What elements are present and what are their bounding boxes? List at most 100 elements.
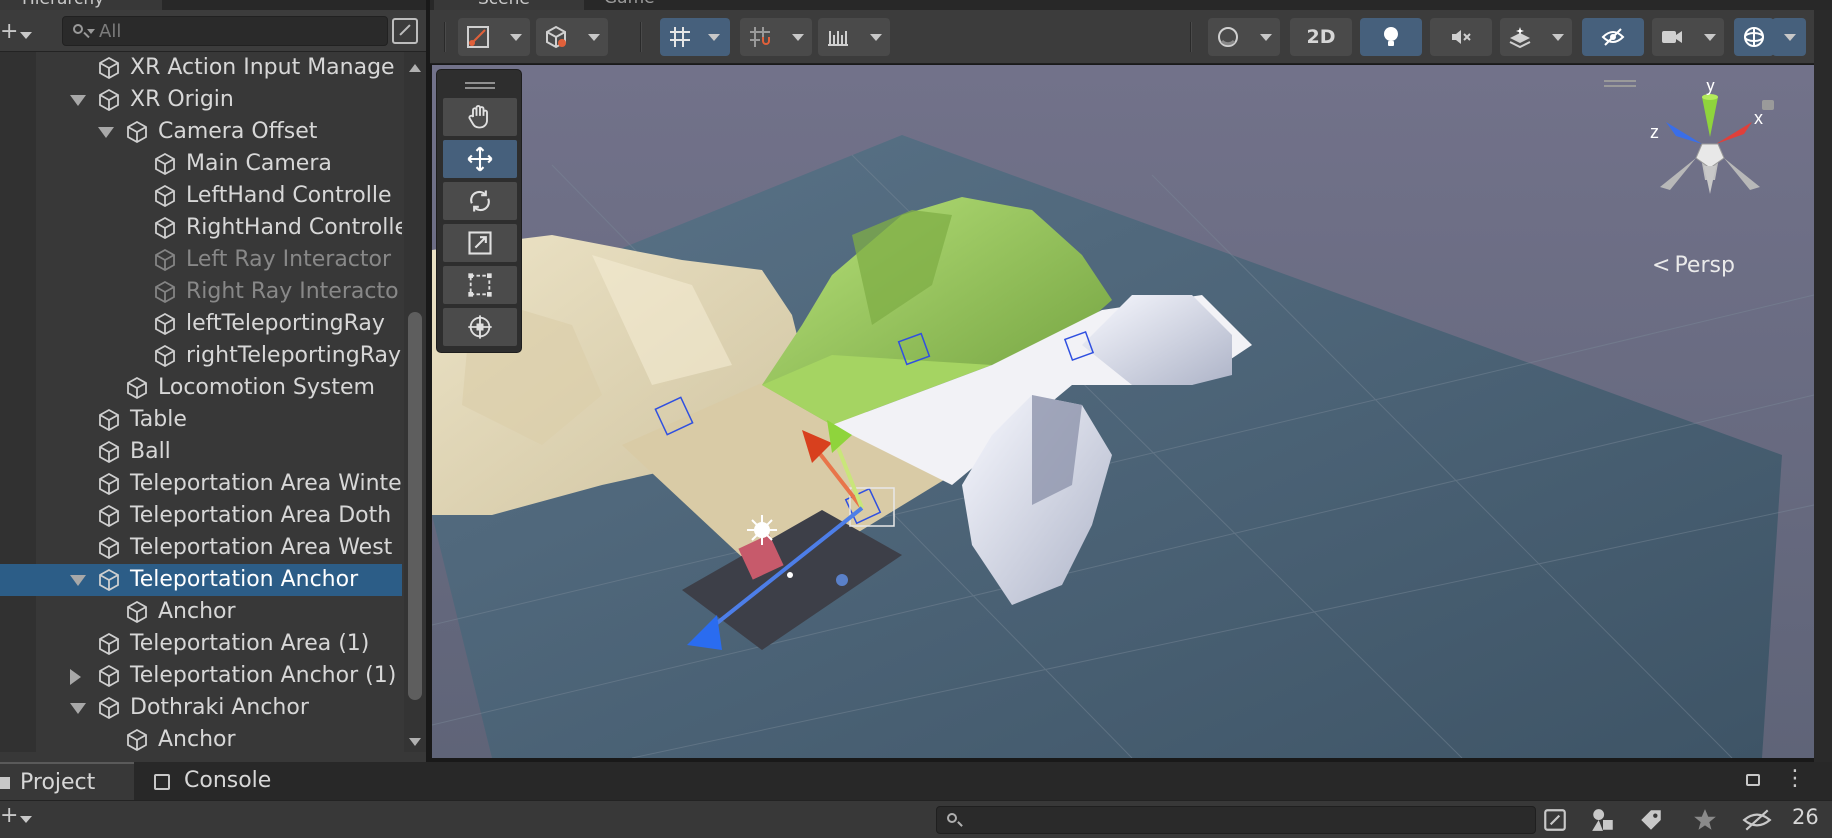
hierarchy-item[interactable]: Dothraki Anchor: [0, 692, 402, 724]
shaded-draw-icon: [467, 26, 489, 48]
hierarchy-item[interactable]: Ball: [0, 436, 402, 468]
hierarchy-item[interactable]: XR Action Input Manage: [0, 52, 402, 84]
hierarchy-panel: Hierarchy + All XR Action Input ManageXR…: [0, 0, 426, 762]
tab-project[interactable]: Project: [0, 762, 134, 800]
grid-snap-icon: [670, 27, 690, 47]
hierarchy-item[interactable]: Locomotion System: [0, 372, 402, 404]
hierarchy-item[interactable]: XR Origin: [0, 84, 402, 116]
scrollbar-thumb[interactable]: [408, 312, 422, 700]
expanded-arrow-icon[interactable]: [70, 575, 86, 586]
toggle-lighting-button[interactable]: [1360, 18, 1422, 56]
scale-tool-button[interactable]: [443, 224, 517, 262]
hierarchy-item[interactable]: Teleportation Area West: [0, 532, 402, 564]
hand-tool-button[interactable]: [443, 98, 517, 136]
hierarchy-gutter: [0, 116, 36, 148]
gameobject-cube-icon: [98, 504, 120, 528]
expanded-arrow-icon[interactable]: [70, 95, 86, 106]
orientation-gizmo[interactable]: y x z: [1640, 82, 1780, 222]
rect-tool-button[interactable]: [443, 266, 517, 304]
hierarchy-item[interactable]: RightHand Controlle: [0, 212, 402, 244]
hierarchy-item-label: leftTeleportingRay: [186, 311, 385, 336]
camera-settings-button[interactable]: [1652, 18, 1724, 56]
hierarchy-item-label: Teleportation Anchor: [130, 567, 359, 592]
palette-grip[interactable]: [465, 82, 495, 84]
create-dropdown-icon[interactable]: [20, 816, 32, 823]
hierarchy-search-placeholder: All: [99, 21, 122, 42]
hierarchy-item[interactable]: leftTeleportingRay: [0, 308, 402, 340]
hierarchy-item[interactable]: Teleportation Area Doth: [0, 500, 402, 532]
transform-tool-button[interactable]: [443, 308, 517, 346]
rotate-tool-button[interactable]: [443, 182, 517, 220]
hierarchy-item[interactable]: Main Camera: [0, 148, 402, 180]
hierarchy-gutter: [0, 692, 36, 724]
more-menu-icon[interactable]: ⋮: [1784, 768, 1806, 790]
tab-hierarchy[interactable]: Hierarchy: [0, 0, 162, 10]
toggle-2d-button[interactable]: 2D: [1290, 18, 1352, 56]
chevron-down-icon: [588, 34, 600, 41]
hierarchy-item[interactable]: Anchor: [0, 724, 402, 752]
gameobject-cube-icon: [126, 120, 148, 144]
hierarchy-item[interactable]: Table: [0, 404, 402, 436]
tab-scene[interactable]: Scene: [434, 0, 584, 10]
draw-mode-button[interactable]: [458, 18, 530, 56]
hierarchy-scrollbar[interactable]: [404, 52, 426, 752]
hierarchy-item[interactable]: Teleportation Area (1): [0, 628, 402, 660]
scene-toolbar: 2D: [430, 10, 1832, 64]
add-object-button[interactable]: +: [0, 21, 18, 43]
chevron-down-icon: [1704, 34, 1716, 41]
hierarchy-item[interactable]: Teleportation Anchor (1): [0, 660, 402, 692]
search-filter-dropdown-icon[interactable]: [87, 29, 95, 34]
hierarchy-item[interactable]: Camera Offset: [0, 116, 402, 148]
hierarchy-item-label: Teleportation Area West: [130, 535, 393, 560]
collapsed-arrow-icon[interactable]: [70, 669, 81, 685]
hierarchy-item[interactable]: Teleportation Anchor: [0, 564, 402, 596]
audio-mute-icon: [1452, 30, 1471, 44]
hierarchy-item[interactable]: Left Ray Interactor: [0, 244, 402, 276]
add-dropdown-icon[interactable]: [20, 32, 32, 39]
chevron-down-icon: [510, 34, 522, 41]
filter-by-label-icon[interactable]: [1638, 807, 1664, 833]
hierarchy-item[interactable]: Anchor: [0, 596, 402, 628]
hierarchy-item-label: Anchor: [158, 599, 236, 624]
scroll-up-icon[interactable]: [409, 64, 421, 72]
project-toolbar: + 26: [0, 800, 1832, 838]
hierarchy-item-label: RightHand Controlle: [186, 215, 402, 240]
search-window-icon[interactable]: [1542, 807, 1568, 833]
toggle-audio-button[interactable]: [1430, 18, 1492, 56]
ruler-snap-button[interactable]: [818, 18, 890, 56]
project-search-input[interactable]: [936, 806, 1536, 834]
hidden-packages-count: 26: [1792, 805, 1819, 829]
hierarchy-item[interactable]: Right Ray Interacto: [0, 276, 402, 308]
increment-snap-button[interactable]: [740, 18, 812, 56]
gizmo-grip[interactable]: [1604, 80, 1636, 82]
hierarchy-item[interactable]: Teleportation Area Winte: [0, 468, 402, 500]
gizmos-dropdown-button[interactable]: [1772, 18, 1806, 56]
shading-mode-button[interactable]: [536, 18, 608, 56]
hierarchy-item[interactable]: LeftHand Controlle: [0, 180, 402, 212]
expanded-arrow-icon[interactable]: [70, 703, 86, 714]
tab-console[interactable]: Console: [136, 762, 286, 800]
filter-by-type-icon[interactable]: [1590, 807, 1616, 833]
lock-icon[interactable]: [1746, 774, 1760, 786]
hierarchy-item-label: Locomotion System: [158, 375, 375, 400]
lighting-mode-button[interactable]: [1208, 18, 1280, 56]
perspective-toggle[interactable]: < Persp: [1652, 253, 1735, 278]
hierarchy-item[interactable]: rightTeleportingRay: [0, 340, 402, 372]
scene-viewport[interactable]: [432, 65, 1814, 758]
grid-dropdown-button[interactable]: [696, 18, 730, 56]
scroll-down-icon[interactable]: [409, 738, 421, 746]
effects-button[interactable]: [1500, 18, 1572, 56]
scene-visibility-button[interactable]: [1582, 18, 1644, 56]
tab-console-label: Console: [184, 768, 272, 793]
hierarchy-gutter: [0, 660, 36, 692]
hierarchy-item-label: LeftHand Controlle: [186, 183, 392, 208]
hierarchy-search-input[interactable]: All: [62, 16, 388, 46]
expanded-arrow-icon[interactable]: [98, 127, 114, 138]
hand-icon: [468, 105, 488, 129]
expand-all-icon[interactable]: [392, 18, 418, 44]
move-tool-button[interactable]: [443, 140, 517, 178]
favorite-star-icon[interactable]: [1692, 807, 1718, 833]
create-asset-button[interactable]: +: [0, 805, 18, 827]
gizmos-button[interactable]: [1734, 18, 1774, 56]
hidden-packages-icon[interactable]: [1742, 807, 1772, 833]
